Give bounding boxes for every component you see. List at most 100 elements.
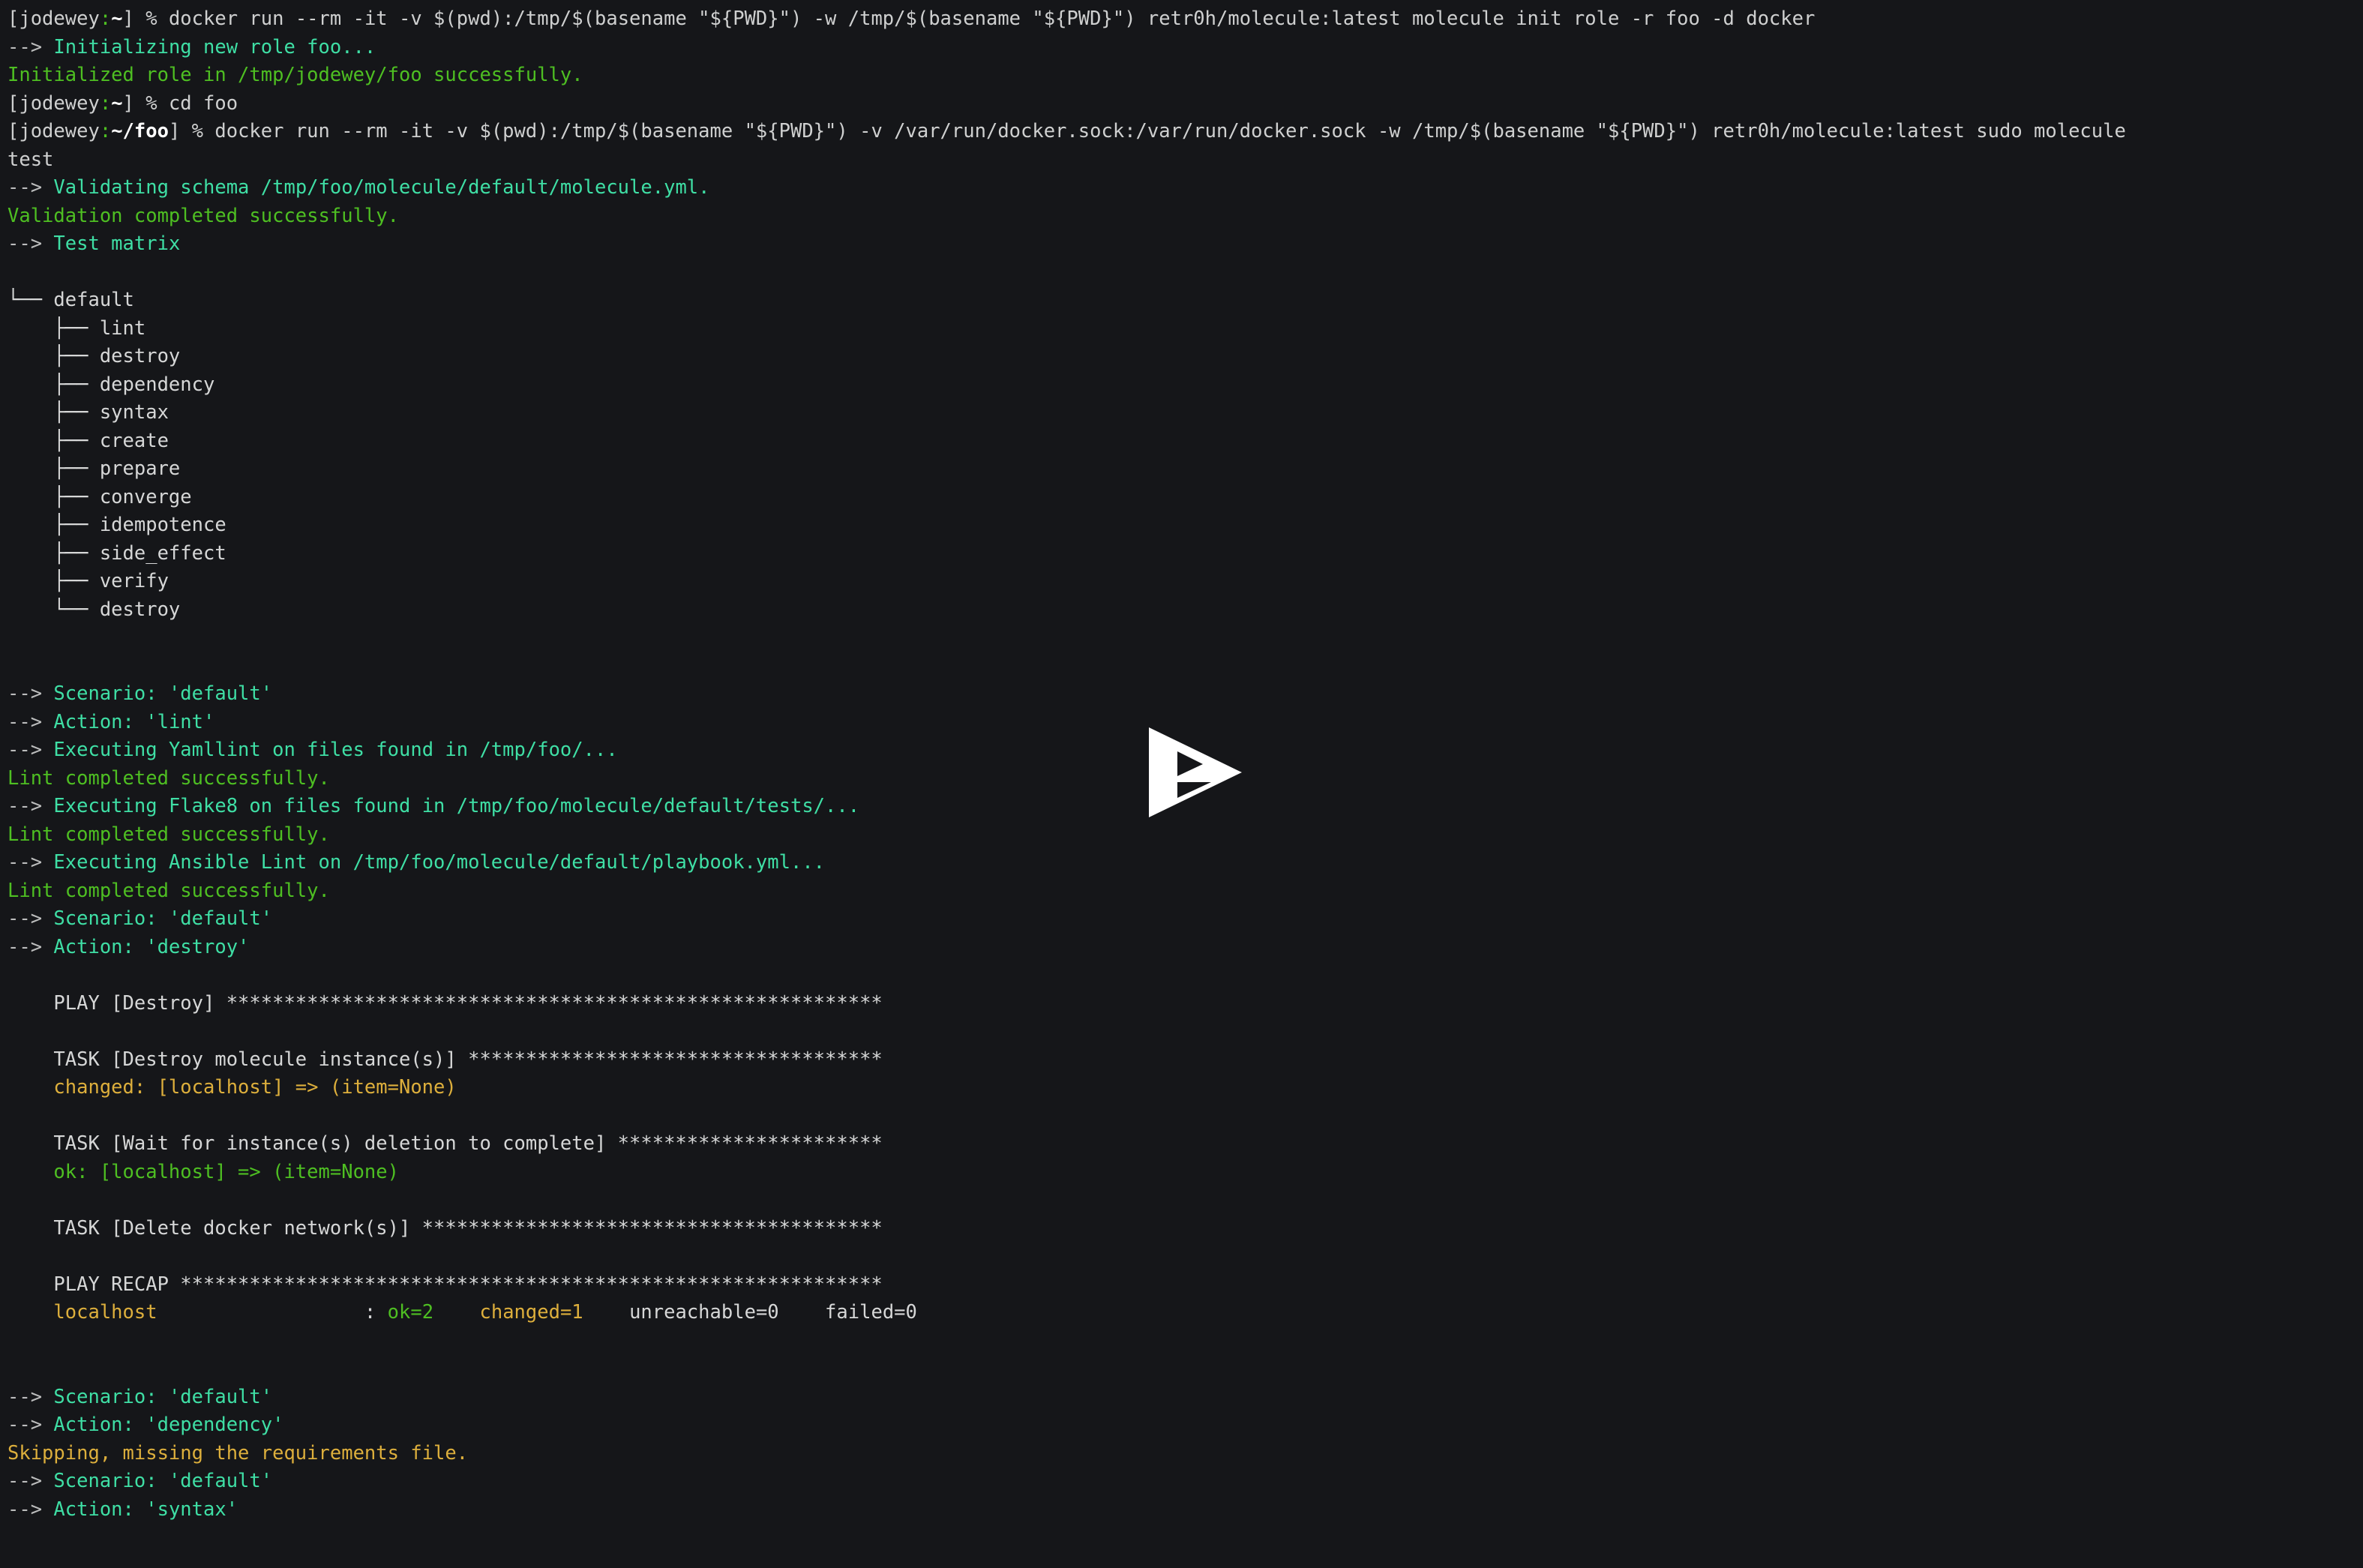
text-span: Executing Yamllint on files found in /tm… bbox=[53, 739, 618, 761]
text-span: --> bbox=[7, 851, 54, 874]
matrix-node-lint: ├── lint bbox=[7, 315, 2356, 343]
text-span: Lint completed successfully. bbox=[7, 766, 330, 790]
text-span: PLAY [Destroy] *************************… bbox=[7, 991, 883, 1015]
text-span: [jodewey bbox=[7, 7, 100, 30]
text-span: ~ bbox=[111, 91, 123, 115]
text-span: --> bbox=[7, 1414, 54, 1436]
ansible-task-destroy-instances: TASK [Destroy molecule instance(s)] ****… bbox=[7, 1046, 2356, 1075]
text-span: ] % cd foo bbox=[122, 91, 238, 115]
output-action-destroy: --> Action: 'destroy' bbox=[7, 934, 2356, 962]
text-span: Action: 'syntax' bbox=[53, 1498, 238, 1521]
matrix-node-destroy-1: ├── destroy bbox=[7, 343, 2356, 371]
text-span: ~/foo bbox=[111, 120, 169, 142]
output-initialized-role: Initialized role in /tmp/jodewey/foo suc… bbox=[7, 61, 2356, 90]
text-span: --> bbox=[7, 935, 54, 958]
text-span: unreachable=0 failed=0 bbox=[583, 1301, 917, 1324]
text-span: --> bbox=[7, 35, 54, 58]
output-executing-ansible-lint: --> Executing Ansible Lint on /tmp/foo/m… bbox=[7, 849, 2356, 877]
text-span: --> bbox=[7, 795, 54, 817]
text-span: changed: [localhost] => (item=None) bbox=[7, 1076, 457, 1099]
text-span bbox=[7, 1301, 53, 1324]
text-span: ├── prepare bbox=[7, 457, 181, 480]
text-span: Action: 'dependency' bbox=[53, 1414, 284, 1436]
text-span: [jodewey bbox=[7, 91, 100, 115]
matrix-node-destroy-2: └── destroy bbox=[7, 596, 2356, 625]
ansible-play-destroy: PLAY [Destroy] *************************… bbox=[7, 990, 2356, 1018]
output-validation-completed: Validation completed successfully. bbox=[7, 202, 2356, 231]
text-span: TASK [Wait for instance(s) deletion to c… bbox=[7, 1132, 883, 1155]
text-span: TASK [Destroy molecule instance(s)] ****… bbox=[7, 1048, 883, 1071]
matrix-node-converge: ├── converge bbox=[7, 484, 2356, 512]
text-span: ├── idempotence bbox=[7, 514, 226, 536]
text-span: Scenario: 'default' bbox=[53, 907, 273, 930]
text-span: Lint completed successfully. bbox=[7, 823, 330, 846]
text-span: --> bbox=[7, 907, 54, 930]
text-span: ok=2 bbox=[387, 1301, 434, 1324]
output-lint-completed-2: Lint completed successfully. bbox=[7, 821, 2356, 850]
text-span: ok: [localhost] => (item=None) bbox=[7, 1160, 399, 1183]
text-span: Initializing new role foo... bbox=[53, 35, 376, 58]
output-scenario-default-4: --> Scenario: 'default' bbox=[7, 1468, 2356, 1496]
text-span: Action: 'lint' bbox=[53, 710, 215, 733]
text-span: --> bbox=[7, 682, 54, 705]
text-span: Skipping, missing the requirements file. bbox=[7, 1441, 469, 1465]
output-lint-completed-3: Lint completed successfully. bbox=[7, 877, 2356, 906]
text-span: Validating schema /tmp/foo/molecule/defa… bbox=[53, 176, 710, 199]
text-span: --> bbox=[7, 232, 54, 255]
text-span: --> bbox=[7, 739, 54, 761]
text-span: test bbox=[7, 148, 54, 171]
text-span: ~ bbox=[111, 7, 123, 30]
text-span: Executing Flake8 on files found in /tmp/… bbox=[53, 795, 860, 817]
asciinema-play-icon bbox=[1149, 727, 1242, 817]
text-span: Initialized role in /tmp/jodewey/foo suc… bbox=[7, 64, 583, 86]
ansible-result-ok: ok: [localhost] => (item=None) bbox=[7, 1159, 2356, 1187]
matrix-node-verify: ├── verify bbox=[7, 568, 2356, 596]
text-span: ├── lint bbox=[7, 316, 146, 340]
prompt-line-molecule-test: [jodewey:~/foo] % docker run --rm -it -v… bbox=[7, 118, 2356, 146]
prompt-line-docker-init: [jodewey:~] % docker run --rm -it -v $(p… bbox=[7, 5, 2356, 34]
matrix-node-dependency: ├── dependency bbox=[7, 371, 2356, 400]
output-skipping-requirements: Skipping, missing the requirements file. bbox=[7, 1440, 2356, 1468]
output-scenario-default-2: --> Scenario: 'default' bbox=[7, 905, 2356, 934]
output-scenario-default-3: --> Scenario: 'default' bbox=[7, 1384, 2356, 1412]
text-span: : bbox=[99, 7, 112, 30]
ansible-result-changed: changed: [localhost] => (item=None) bbox=[7, 1074, 2356, 1102]
matrix-node-create: ├── create bbox=[7, 427, 2356, 456]
text-span: ├── side_effect bbox=[7, 541, 226, 565]
text-span: : bbox=[157, 1301, 388, 1324]
text-span: --> bbox=[7, 1385, 54, 1408]
text-span: Validation completed successfully. bbox=[7, 204, 399, 227]
text-span: └── destroy bbox=[7, 598, 181, 621]
matrix-node-syntax: ├── syntax bbox=[7, 399, 2356, 427]
ansible-play-recap-header: PLAY RECAP *****************************… bbox=[7, 1271, 2356, 1300]
output-action-syntax: --> Action: 'syntax' bbox=[7, 1496, 2356, 1525]
text-span bbox=[433, 1301, 479, 1324]
matrix-node-side-effect: ├── side_effect bbox=[7, 540, 2356, 568]
text-span: └── default bbox=[7, 289, 134, 311]
matrix-node-idempotence: ├── idempotence bbox=[7, 511, 2356, 540]
text-span: : bbox=[99, 120, 112, 142]
text-span: Executing Ansible Lint on /tmp/foo/molec… bbox=[53, 851, 826, 874]
output-scenario-default-1: --> Scenario: 'default' bbox=[7, 680, 2356, 709]
matrix-node-default: └── default bbox=[7, 286, 2356, 315]
matrix-node-prepare: ├── prepare bbox=[7, 455, 2356, 484]
text-span: changed=1 bbox=[479, 1301, 583, 1324]
output-action-dependency: --> Action: 'dependency' bbox=[7, 1411, 2356, 1440]
text-span: Scenario: 'default' bbox=[53, 682, 273, 705]
output-validating-schema: --> Validating schema /tmp/foo/molecule/… bbox=[7, 174, 2356, 202]
prompt-line-molecule-test-wrap: test bbox=[7, 146, 2356, 175]
play-button[interactable] bbox=[1147, 727, 1243, 818]
ansible-task-delete-network: TASK [Delete docker network(s)] ********… bbox=[7, 1215, 2356, 1243]
text-span: --> bbox=[7, 1470, 54, 1492]
terminal-window: [jodewey:~] % docker run --rm -it -v $(p… bbox=[0, 0, 2363, 1568]
output-initializing-role: --> Initializing new role foo... bbox=[7, 34, 2356, 62]
